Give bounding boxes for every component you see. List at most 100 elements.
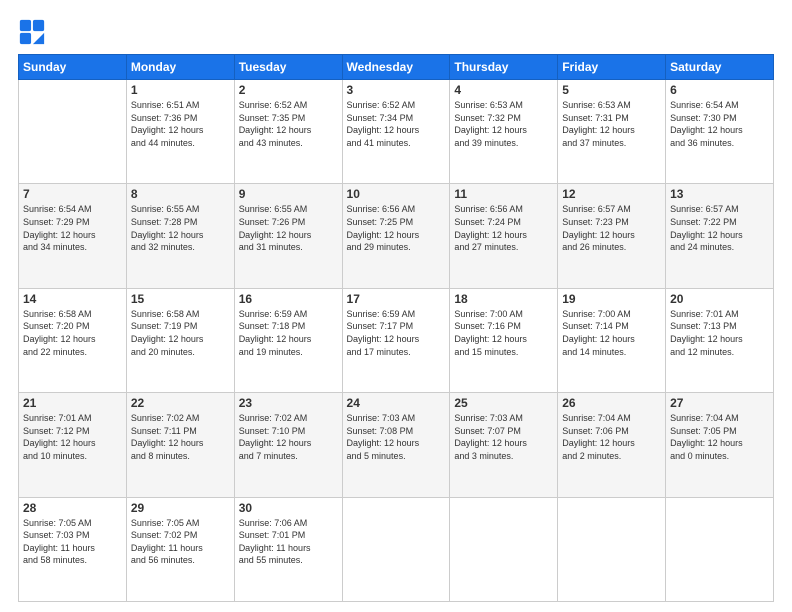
calendar-cell: 18 Sunrise: 7:00 AM Sunset: 7:16 PM Dayli… — [450, 288, 558, 392]
day-number: 23 — [239, 396, 338, 410]
calendar-day-header: Monday — [126, 55, 234, 80]
calendar-day-header: Tuesday — [234, 55, 342, 80]
calendar-week-row: 21 Sunrise: 7:01 AM Sunset: 7:12 PM Dayli… — [19, 393, 774, 497]
day-number: 7 — [23, 187, 122, 201]
day-number: 20 — [670, 292, 769, 306]
day-number: 19 — [562, 292, 661, 306]
day-info: Sunrise: 7:01 AM Sunset: 7:13 PM Dayligh… — [670, 308, 769, 358]
logo — [18, 18, 50, 46]
calendar-cell — [666, 497, 774, 601]
day-info: Sunrise: 6:59 AM Sunset: 7:18 PM Dayligh… — [239, 308, 338, 358]
calendar-table: SundayMondayTuesdayWednesdayThursdayFrid… — [18, 54, 774, 602]
page: SundayMondayTuesdayWednesdayThursdayFrid… — [0, 0, 792, 612]
calendar-cell: 19 Sunrise: 7:00 AM Sunset: 7:14 PM Dayli… — [558, 288, 666, 392]
day-info: Sunrise: 6:58 AM Sunset: 7:19 PM Dayligh… — [131, 308, 230, 358]
calendar-cell: 29 Sunrise: 7:05 AM Sunset: 7:02 PM Dayli… — [126, 497, 234, 601]
day-number: 17 — [347, 292, 446, 306]
calendar-cell: 8 Sunrise: 6:55 AM Sunset: 7:28 PM Daylig… — [126, 184, 234, 288]
calendar-cell — [342, 497, 450, 601]
day-number: 29 — [131, 501, 230, 515]
day-number: 21 — [23, 396, 122, 410]
day-info: Sunrise: 6:57 AM Sunset: 7:23 PM Dayligh… — [562, 203, 661, 253]
calendar-cell: 2 Sunrise: 6:52 AM Sunset: 7:35 PM Daylig… — [234, 80, 342, 184]
day-number: 25 — [454, 396, 553, 410]
calendar-cell: 26 Sunrise: 7:04 AM Sunset: 7:06 PM Dayli… — [558, 393, 666, 497]
day-info: Sunrise: 6:59 AM Sunset: 7:17 PM Dayligh… — [347, 308, 446, 358]
calendar-cell — [19, 80, 127, 184]
day-info: Sunrise: 6:54 AM Sunset: 7:30 PM Dayligh… — [670, 99, 769, 149]
calendar-day-header: Saturday — [666, 55, 774, 80]
day-number: 4 — [454, 83, 553, 97]
calendar-cell: 6 Sunrise: 6:54 AM Sunset: 7:30 PM Daylig… — [666, 80, 774, 184]
day-number: 24 — [347, 396, 446, 410]
calendar-week-row: 28 Sunrise: 7:05 AM Sunset: 7:03 PM Dayli… — [19, 497, 774, 601]
day-info: Sunrise: 6:57 AM Sunset: 7:22 PM Dayligh… — [670, 203, 769, 253]
day-info: Sunrise: 6:55 AM Sunset: 7:26 PM Dayligh… — [239, 203, 338, 253]
day-info: Sunrise: 6:53 AM Sunset: 7:31 PM Dayligh… — [562, 99, 661, 149]
day-info: Sunrise: 6:52 AM Sunset: 7:34 PM Dayligh… — [347, 99, 446, 149]
day-info: Sunrise: 7:02 AM Sunset: 7:10 PM Dayligh… — [239, 412, 338, 462]
calendar-cell: 21 Sunrise: 7:01 AM Sunset: 7:12 PM Dayli… — [19, 393, 127, 497]
day-number: 2 — [239, 83, 338, 97]
day-info: Sunrise: 6:54 AM Sunset: 7:29 PM Dayligh… — [23, 203, 122, 253]
calendar-cell: 4 Sunrise: 6:53 AM Sunset: 7:32 PM Daylig… — [450, 80, 558, 184]
calendar-cell — [558, 497, 666, 601]
day-info: Sunrise: 6:56 AM Sunset: 7:25 PM Dayligh… — [347, 203, 446, 253]
day-number: 8 — [131, 187, 230, 201]
day-number: 14 — [23, 292, 122, 306]
calendar-cell: 22 Sunrise: 7:02 AM Sunset: 7:11 PM Dayli… — [126, 393, 234, 497]
day-info: Sunrise: 7:04 AM Sunset: 7:05 PM Dayligh… — [670, 412, 769, 462]
day-info: Sunrise: 6:53 AM Sunset: 7:32 PM Dayligh… — [454, 99, 553, 149]
calendar-cell: 27 Sunrise: 7:04 AM Sunset: 7:05 PM Dayli… — [666, 393, 774, 497]
day-info: Sunrise: 6:56 AM Sunset: 7:24 PM Dayligh… — [454, 203, 553, 253]
day-number: 15 — [131, 292, 230, 306]
day-info: Sunrise: 7:01 AM Sunset: 7:12 PM Dayligh… — [23, 412, 122, 462]
day-info: Sunrise: 7:04 AM Sunset: 7:06 PM Dayligh… — [562, 412, 661, 462]
day-info: Sunrise: 7:03 AM Sunset: 7:08 PM Dayligh… — [347, 412, 446, 462]
day-number: 27 — [670, 396, 769, 410]
calendar-day-header: Wednesday — [342, 55, 450, 80]
day-number: 6 — [670, 83, 769, 97]
day-info: Sunrise: 6:52 AM Sunset: 7:35 PM Dayligh… — [239, 99, 338, 149]
calendar-cell: 17 Sunrise: 6:59 AM Sunset: 7:17 PM Dayli… — [342, 288, 450, 392]
calendar-cell: 20 Sunrise: 7:01 AM Sunset: 7:13 PM Dayli… — [666, 288, 774, 392]
day-number: 30 — [239, 501, 338, 515]
calendar-cell: 14 Sunrise: 6:58 AM Sunset: 7:20 PM Dayli… — [19, 288, 127, 392]
day-info: Sunrise: 7:03 AM Sunset: 7:07 PM Dayligh… — [454, 412, 553, 462]
day-number: 5 — [562, 83, 661, 97]
calendar-cell: 10 Sunrise: 6:56 AM Sunset: 7:25 PM Dayli… — [342, 184, 450, 288]
calendar-cell: 15 Sunrise: 6:58 AM Sunset: 7:19 PM Dayli… — [126, 288, 234, 392]
day-number: 10 — [347, 187, 446, 201]
calendar-cell: 13 Sunrise: 6:57 AM Sunset: 7:22 PM Dayli… — [666, 184, 774, 288]
calendar-cell: 24 Sunrise: 7:03 AM Sunset: 7:08 PM Dayli… — [342, 393, 450, 497]
day-info: Sunrise: 6:58 AM Sunset: 7:20 PM Dayligh… — [23, 308, 122, 358]
day-info: Sunrise: 7:00 AM Sunset: 7:14 PM Dayligh… — [562, 308, 661, 358]
calendar-cell: 12 Sunrise: 6:57 AM Sunset: 7:23 PM Dayli… — [558, 184, 666, 288]
calendar-cell: 25 Sunrise: 7:03 AM Sunset: 7:07 PM Dayli… — [450, 393, 558, 497]
calendar-cell: 16 Sunrise: 6:59 AM Sunset: 7:18 PM Dayli… — [234, 288, 342, 392]
day-number: 28 — [23, 501, 122, 515]
day-number: 22 — [131, 396, 230, 410]
day-info: Sunrise: 7:00 AM Sunset: 7:16 PM Dayligh… — [454, 308, 553, 358]
day-number: 16 — [239, 292, 338, 306]
day-info: Sunrise: 7:05 AM Sunset: 7:03 PM Dayligh… — [23, 517, 122, 567]
calendar-cell: 9 Sunrise: 6:55 AM Sunset: 7:26 PM Daylig… — [234, 184, 342, 288]
calendar-cell: 11Sunrise: 6:56 AM Sunset: 7:24 PM Dayli… — [450, 184, 558, 288]
header — [18, 18, 774, 46]
day-number: 9 — [239, 187, 338, 201]
day-number: 26 — [562, 396, 661, 410]
day-info: Sunrise: 6:55 AM Sunset: 7:28 PM Dayligh… — [131, 203, 230, 253]
calendar-cell: 30Sunrise: 7:06 AM Sunset: 7:01 PM Dayli… — [234, 497, 342, 601]
day-number: 13 — [670, 187, 769, 201]
day-info: Sunrise: 7:05 AM Sunset: 7:02 PM Dayligh… — [131, 517, 230, 567]
day-info: Sunrise: 7:02 AM Sunset: 7:11 PM Dayligh… — [131, 412, 230, 462]
day-number: 18 — [454, 292, 553, 306]
calendar-cell: 28 Sunrise: 7:05 AM Sunset: 7:03 PM Dayli… — [19, 497, 127, 601]
day-number: 12 — [562, 187, 661, 201]
calendar-cell — [450, 497, 558, 601]
calendar-day-header: Thursday — [450, 55, 558, 80]
day-number: 1 — [131, 83, 230, 97]
calendar-header-row: SundayMondayTuesdayWednesdayThursdayFrid… — [19, 55, 774, 80]
calendar-cell: 1 Sunrise: 6:51 AM Sunset: 7:36 PM Daylig… — [126, 80, 234, 184]
day-info: Sunrise: 6:51 AM Sunset: 7:36 PM Dayligh… — [131, 99, 230, 149]
